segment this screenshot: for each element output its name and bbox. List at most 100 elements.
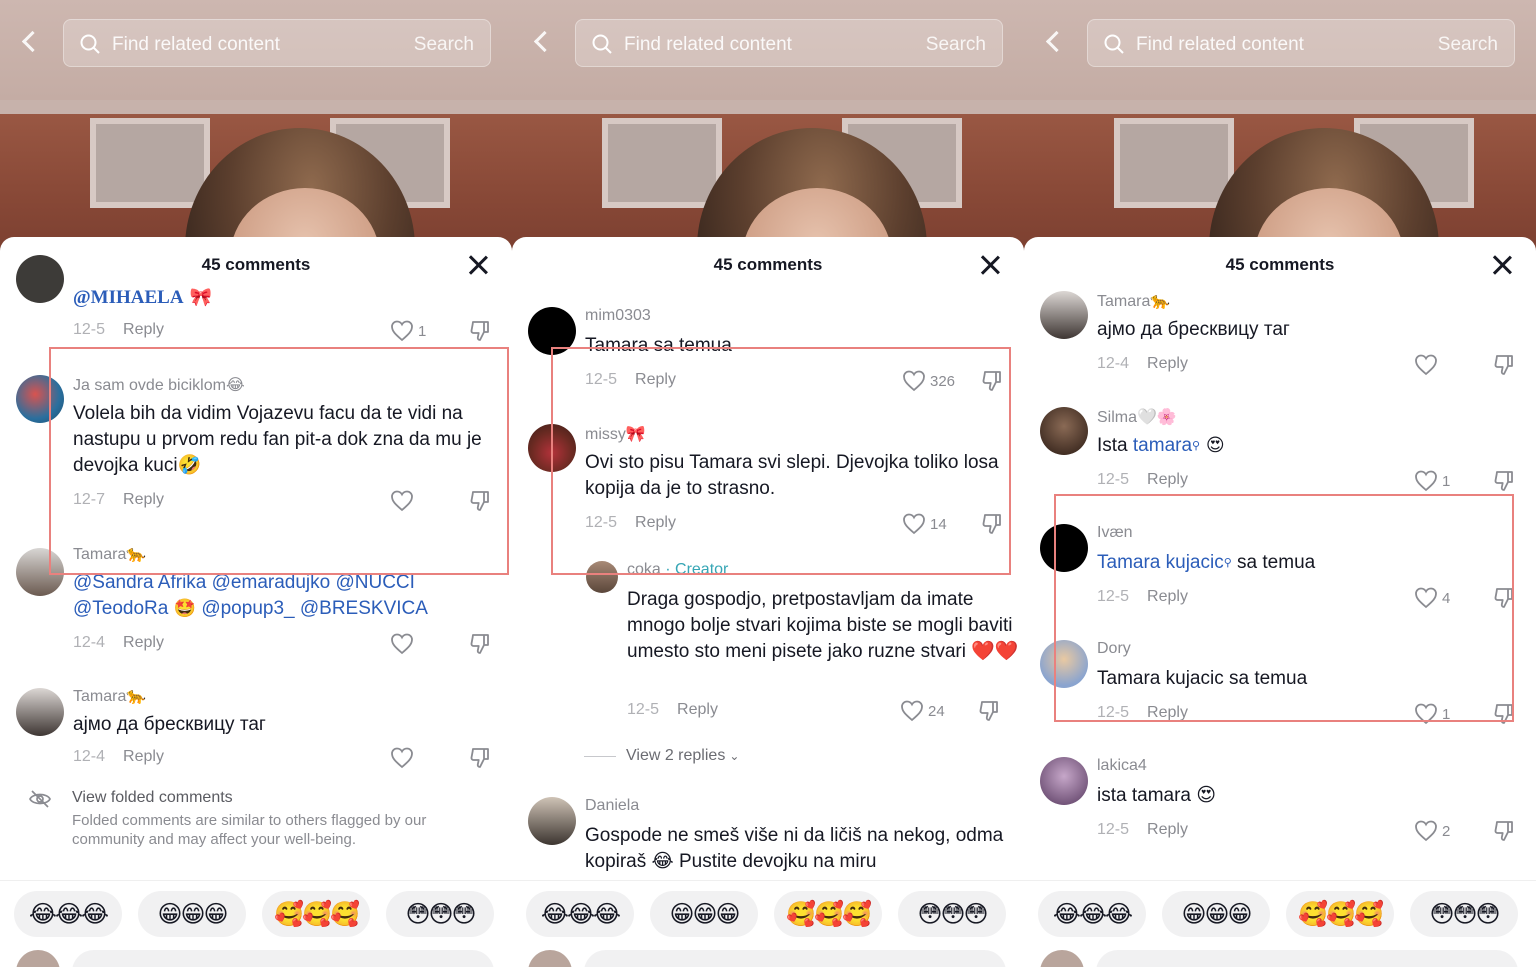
view-replies-button[interactable]: View 2 replies ⌄ xyxy=(584,747,739,765)
search-button[interactable]: Search xyxy=(926,34,986,56)
dislike-icon[interactable] xyxy=(1493,819,1517,843)
comment-username[interactable]: Ja sam ovde biciklom😂 xyxy=(73,375,245,395)
dislike-icon[interactable] xyxy=(1493,702,1517,726)
avatar[interactable] xyxy=(16,548,64,596)
avatar[interactable] xyxy=(16,255,64,303)
reply-button[interactable]: Reply xyxy=(1147,588,1188,605)
like-count: 1 xyxy=(1442,472,1451,490)
like-button[interactable] xyxy=(390,632,418,656)
reply-button[interactable]: Reply xyxy=(635,371,676,388)
comment-username[interactable]: Tamara🐆 xyxy=(1097,291,1170,311)
emoji-chip-grin[interactable]: 😁😁😁 xyxy=(650,891,758,937)
dislike-icon[interactable] xyxy=(1493,586,1517,610)
dislike-icon[interactable] xyxy=(981,369,1005,393)
reply-button[interactable]: Reply xyxy=(123,491,164,508)
avatar[interactable] xyxy=(1040,291,1088,339)
dislike-icon[interactable] xyxy=(469,319,493,343)
like-button[interactable] xyxy=(390,746,418,770)
back-icon[interactable] xyxy=(1040,26,1068,58)
close-icon[interactable] xyxy=(466,253,490,277)
comment-username[interactable]: mim0303 xyxy=(585,307,651,325)
reply-button[interactable]: Reply xyxy=(635,514,676,531)
mention-link[interactable]: tamara xyxy=(1133,435,1192,456)
like-button[interactable]: 326 xyxy=(902,369,955,393)
like-button[interactable]: 24 xyxy=(900,699,945,723)
search-input[interactable]: Find related content Search xyxy=(1087,19,1515,67)
emoji-chip-love[interactable]: 🥰🥰🥰 xyxy=(774,891,882,937)
avatar[interactable] xyxy=(16,375,64,423)
avatar[interactable] xyxy=(1040,407,1088,455)
reply-button[interactable]: Reply xyxy=(123,321,164,338)
reply-button[interactable]: Reply xyxy=(1147,355,1188,372)
search-input[interactable]: Find related content Search xyxy=(63,19,491,67)
like-button[interactable] xyxy=(1414,353,1442,377)
reply-button[interactable]: Reply xyxy=(123,748,164,765)
avatar[interactable] xyxy=(528,797,576,845)
avatar[interactable] xyxy=(1040,524,1088,572)
emoji-chip-love[interactable]: 🥰🥰🥰 xyxy=(1286,891,1394,937)
close-icon[interactable] xyxy=(1490,253,1514,277)
comment-username[interactable]: Tamara🐆 xyxy=(73,544,146,564)
comment-input[interactable] xyxy=(584,950,1006,967)
reply-button[interactable]: Reply xyxy=(123,634,164,651)
reply-button[interactable]: Reply xyxy=(1147,821,1188,838)
comment-username[interactable]: Silma🤍🌸 xyxy=(1097,407,1177,427)
emoji-chip-laugh[interactable]: 😂😂😂 xyxy=(526,891,634,937)
comment-username[interactable]: Daniela xyxy=(585,797,639,815)
like-button[interactable]: 1 xyxy=(1414,702,1450,726)
avatar[interactable] xyxy=(1040,757,1088,805)
dislike-icon[interactable] xyxy=(469,632,493,656)
comment-input[interactable] xyxy=(1096,950,1518,967)
like-button[interactable]: 1 xyxy=(1414,469,1450,493)
mention-link[interactable]: @Sandra Afrika @emaradujko @NUCCI xyxy=(73,572,415,593)
comment-username[interactable]: missy🎀 xyxy=(585,424,646,444)
emoji-chip-flushed[interactable]: 😳😳😳 xyxy=(386,891,494,937)
mention-link[interactable]: @TeodoRa xyxy=(73,598,168,619)
dislike-icon[interactable] xyxy=(469,489,493,513)
dislike-icon[interactable] xyxy=(1493,353,1517,377)
like-count: 14 xyxy=(930,515,947,533)
emoji-chip-flushed[interactable]: 😳😳😳 xyxy=(898,891,1006,937)
emoji-chip-laugh[interactable]: 😂😂😂 xyxy=(1038,891,1146,937)
reply-button[interactable]: Reply xyxy=(1147,704,1188,721)
mention-link[interactable]: Tamara kujacic xyxy=(1097,552,1224,573)
folded-comments[interactable]: View folded comments Folded comments are… xyxy=(0,787,512,857)
dislike-icon[interactable] xyxy=(469,746,493,770)
like-button[interactable]: 1 xyxy=(390,319,426,343)
emoji-chip-laugh[interactable]: 😂😂😂 xyxy=(14,891,122,937)
emoji-chip-grin[interactable]: 😁😁😁 xyxy=(138,891,246,937)
folded-comments-title[interactable]: View folded comments xyxy=(72,789,233,807)
dislike-icon[interactable] xyxy=(978,699,1002,723)
like-button[interactable]: 4 xyxy=(1414,586,1450,610)
reply-button[interactable]: Reply xyxy=(1147,471,1188,488)
avatar[interactable] xyxy=(16,688,64,736)
emoji-chip-love[interactable]: 🥰🥰🥰 xyxy=(262,891,370,937)
emoji-chip-flushed[interactable]: 😳😳😳 xyxy=(1410,891,1518,937)
search-input[interactable]: Find related content Search xyxy=(575,19,1003,67)
close-icon[interactable] xyxy=(978,253,1002,277)
comment-date: 12-5 xyxy=(585,514,618,531)
search-button[interactable]: Search xyxy=(1438,34,1498,56)
comment-username[interactable]: Ivæn xyxy=(1097,524,1133,542)
avatar[interactable] xyxy=(528,307,576,355)
mention-link[interactable]: @popup3_ @BRESKVICA xyxy=(201,598,428,619)
dislike-icon[interactable] xyxy=(981,512,1005,536)
like-button[interactable] xyxy=(390,489,418,513)
comment-username[interactable]: lakica4 xyxy=(1097,757,1147,775)
back-icon[interactable] xyxy=(528,26,556,58)
like-button[interactable]: 14 xyxy=(902,512,947,536)
like-button[interactable]: 2 xyxy=(1414,819,1450,843)
dislike-icon[interactable] xyxy=(1493,469,1517,493)
mention-link[interactable]: @MIHAELA xyxy=(73,287,184,308)
comment-username[interactable]: coka · Creator xyxy=(627,561,728,579)
emoji-chip-grin[interactable]: 😁😁😁 xyxy=(1162,891,1270,937)
avatar[interactable] xyxy=(1040,640,1088,688)
avatar[interactable] xyxy=(586,561,618,593)
back-icon[interactable] xyxy=(16,26,44,58)
avatar[interactable] xyxy=(528,424,576,472)
reply-button[interactable]: Reply xyxy=(677,701,718,718)
comment-username[interactable]: Dory xyxy=(1097,640,1131,658)
comment-username[interactable]: Tamara🐆 xyxy=(73,686,146,706)
comment-input[interactable] xyxy=(72,950,494,967)
search-button[interactable]: Search xyxy=(414,34,474,56)
